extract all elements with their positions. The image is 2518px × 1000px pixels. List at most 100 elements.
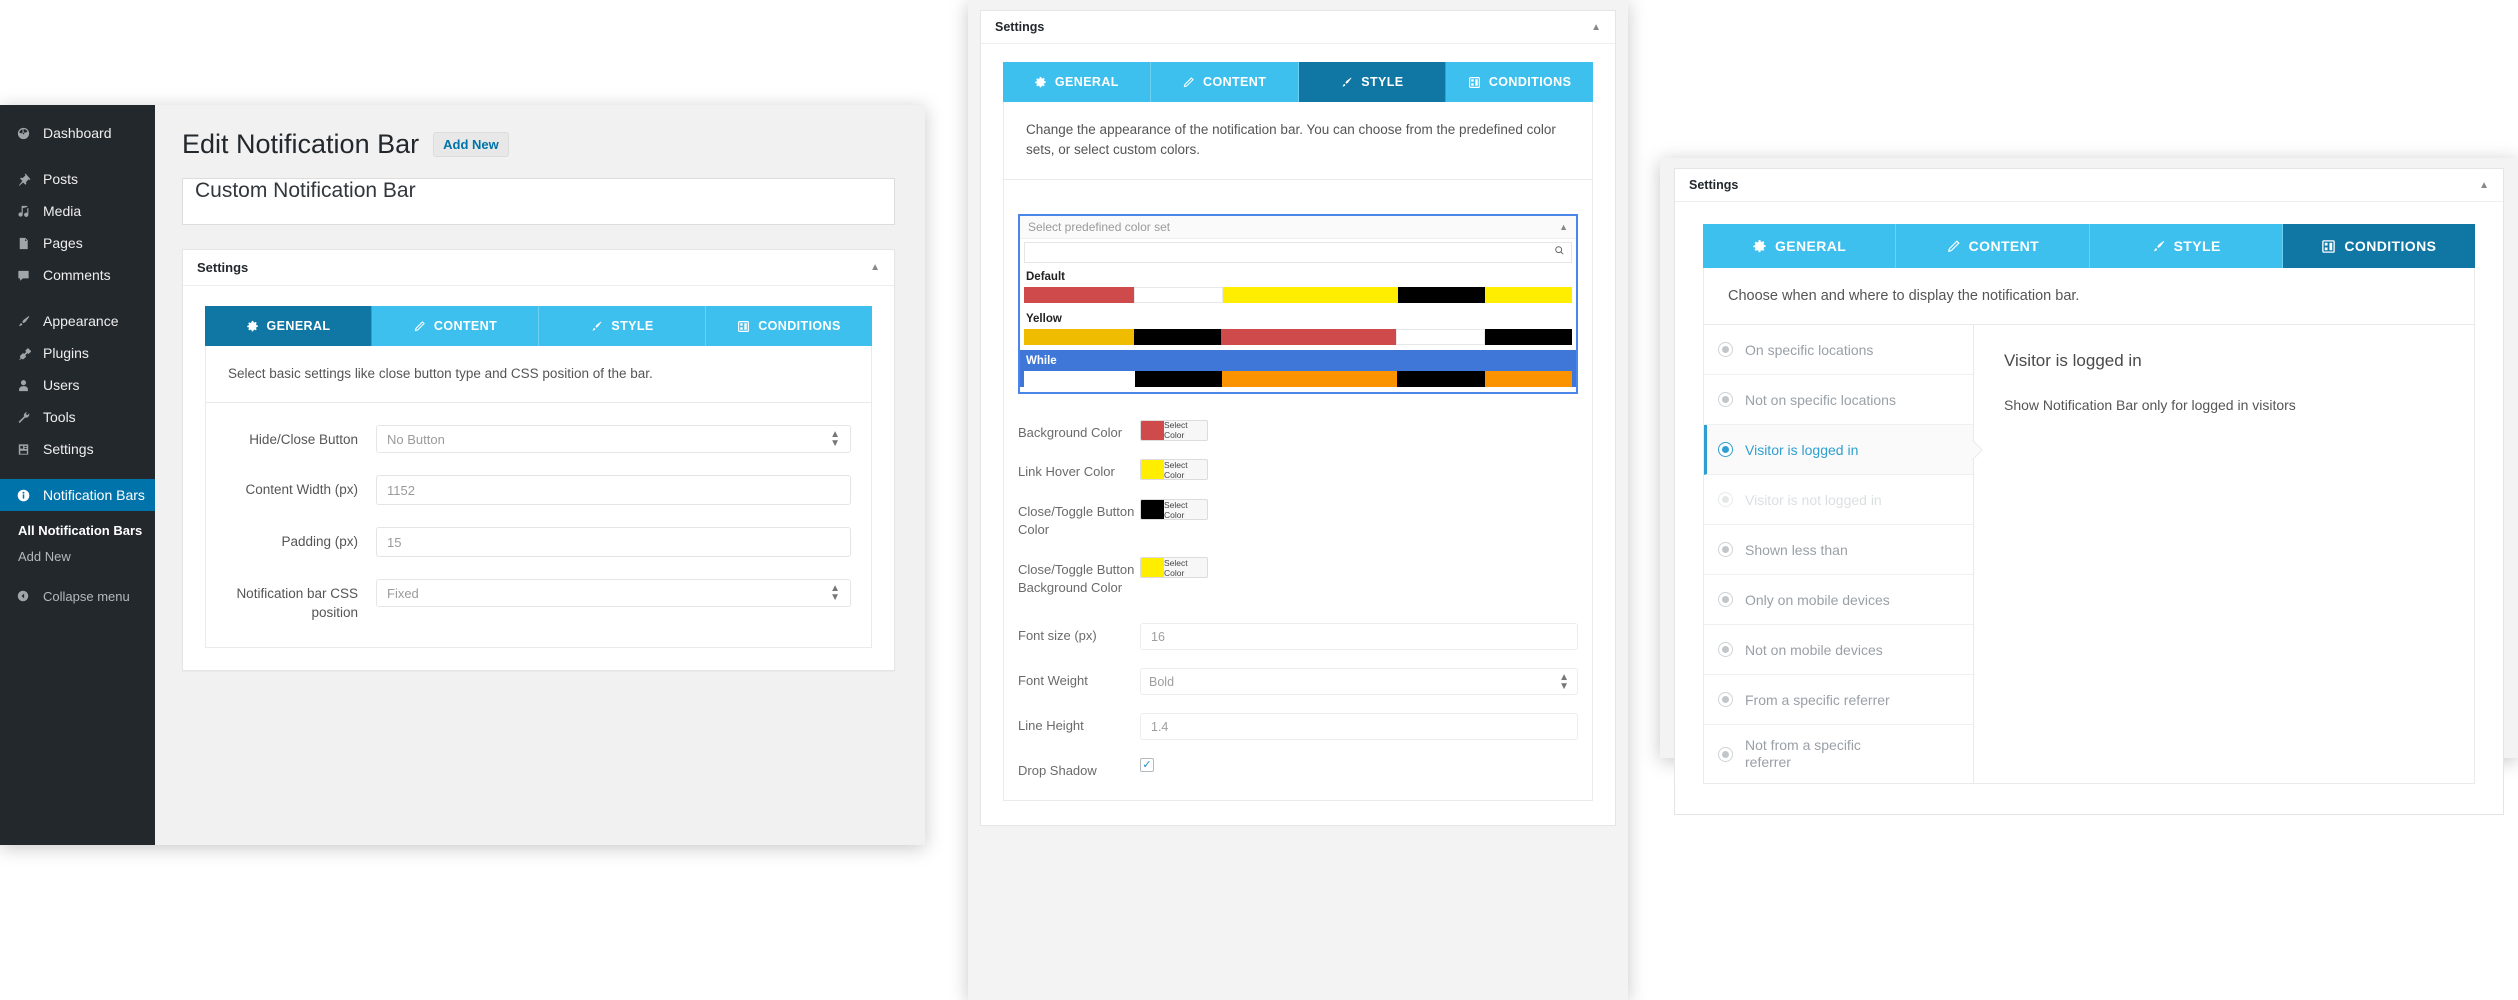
color-set-option-default[interactable]: Default	[1020, 266, 1576, 303]
select-color-label: Select Color	[1164, 499, 1188, 520]
color-set-box[interactable]: Select predefined color set ▲ Default Ye…	[1018, 213, 1578, 394]
sidebar-item-appearance[interactable]: Appearance	[0, 305, 155, 337]
chevron-up-icon[interactable]: ▲	[1591, 22, 1601, 33]
tab-content[interactable]: CONTENT	[372, 306, 539, 346]
condition-not-on-specific-locations[interactable]: Not on specific locations	[1704, 375, 1973, 425]
sidebar-subitem-add-new[interactable]: Add New	[0, 543, 155, 569]
tab-style[interactable]: STYLE	[1298, 62, 1447, 102]
tab-general[interactable]: GENERAL	[205, 306, 372, 346]
metabox-header[interactable]: Settings ▲	[183, 250, 894, 286]
option-label: Default	[1026, 270, 1065, 283]
condition-not-on-mobile-devices[interactable]: Not on mobile devices	[1704, 625, 1973, 675]
tab-conditions[interactable]: CONDITIONS	[706, 306, 872, 346]
condition-label: Not on mobile devices	[1745, 641, 1883, 658]
wordpress-admin-window: Dashboard Posts Media Pages Comments App…	[0, 105, 925, 845]
sidebar-item-media[interactable]: Media	[0, 195, 155, 227]
tab-general[interactable]: GENERAL	[1003, 62, 1151, 102]
sidebar-item-pages[interactable]: Pages	[0, 227, 155, 259]
color-set-header[interactable]: Select predefined color set ▲	[1020, 215, 1576, 239]
option-label: Yellow	[1026, 312, 1062, 325]
font-size-input[interactable]: 16	[1140, 623, 1578, 651]
tab-label: STYLE	[2173, 238, 2221, 254]
field-hide-close-button: Hide/Close Button No Button ▲ ▼	[226, 425, 851, 454]
close-toggle-button-color-picker[interactable]: Select Color	[1140, 499, 1208, 521]
sidebar-item-dashboard[interactable]: Dashboard	[0, 117, 155, 149]
settings-tabs: GENERAL CONTENT STYLE CONDITIONS	[205, 306, 872, 346]
sidebar-item-label: Posts	[43, 171, 79, 187]
link-hover-color-picker[interactable]: Select Color	[1140, 459, 1208, 481]
chevron-updown-icon: ▲ ▼	[1559, 671, 1569, 692]
conditions-tabs: GENERAL CONTENT STYLE CONDITIONS	[1703, 224, 2475, 268]
field-label: Close/Toggle Button Color	[1018, 504, 1135, 538]
tab-conditions[interactable]: CONDITIONS	[1446, 62, 1593, 102]
sidebar-item-label: Comments	[43, 267, 111, 283]
select-color-label: Select Color	[1164, 420, 1188, 440]
hide-close-button-select[interactable]: No Button ▲ ▼	[376, 425, 851, 454]
tab-conditions[interactable]: CONDITIONS	[2282, 224, 2475, 268]
radio-icon[interactable]	[1718, 642, 1733, 657]
condition-visitor-is-not-logged-in[interactable]: Visitor is not logged in	[1704, 475, 1973, 525]
sidebar-item-tools[interactable]: Tools	[0, 401, 155, 433]
style-tabs: GENERAL CONTENT STYLE CONDITIONS	[1003, 62, 1593, 102]
radio-icon[interactable]	[1718, 692, 1733, 707]
condition-visitor-is-logged-in[interactable]: Visitor is logged in	[1704, 425, 1973, 475]
condition-on-specific-locations[interactable]: On specific locations	[1704, 325, 1973, 375]
conditions-metabox-header[interactable]: Settings ▲	[1675, 169, 2503, 202]
radio-icon[interactable]	[1718, 492, 1733, 507]
checkmark-icon: ✓	[1142, 758, 1152, 771]
dashboard-icon	[12, 124, 34, 142]
radio-icon[interactable]	[1718, 442, 1733, 457]
chevron-up-icon[interactable]: ▲	[2479, 180, 2489, 191]
tab-content[interactable]: CONTENT	[1150, 62, 1299, 102]
radio-icon[interactable]	[1718, 746, 1733, 762]
add-new-button[interactable]: Add New	[433, 132, 509, 157]
sidebar-item-posts[interactable]: Posts	[0, 163, 155, 195]
collapse-arrow-icon	[12, 589, 34, 603]
collapse-menu-button[interactable]: Collapse menu	[0, 581, 155, 611]
drop-shadow-checkbox[interactable]: ✓	[1140, 758, 1154, 773]
color-set-search-input[interactable]	[1024, 241, 1572, 263]
color-set-option-while[interactable]: While	[1020, 349, 1576, 387]
radio-icon[interactable]	[1718, 542, 1733, 557]
background-color-picker[interactable]: Select Color	[1140, 419, 1208, 441]
condition-not-from-a-specific-referrer[interactable]: Not from a specific referrer	[1704, 725, 1973, 783]
css-position-select[interactable]: Fixed ▲ ▼	[376, 579, 851, 608]
notification-bar-title-input[interactable]: Custom Notification Bar	[182, 178, 895, 225]
radio-icon[interactable]	[1718, 592, 1733, 607]
tab-style[interactable]: STYLE	[2089, 224, 2283, 268]
condition-only-on-mobile-devices[interactable]: Only on mobile devices	[1704, 575, 1973, 625]
tab-style[interactable]: STYLE	[539, 306, 706, 346]
sidebar-item-users[interactable]: Users	[0, 369, 155, 401]
font-weight-select[interactable]: Bold ▲ ▼	[1140, 668, 1578, 696]
tab-description: Select basic settings like close button …	[205, 346, 872, 404]
chevron-up-icon[interactable]: ▲	[870, 262, 880, 273]
conditions-settings-window: Settings ▲ GENERAL CONTENT STYLE CONDITI…	[1660, 158, 2518, 815]
brush-icon	[1340, 76, 1353, 89]
content-width-input[interactable]: 1152	[376, 475, 851, 506]
plug-icon	[12, 344, 34, 362]
style-metabox-header[interactable]: Settings ▲	[981, 11, 1615, 44]
tab-content[interactable]: CONTENT	[1896, 224, 2090, 268]
sidebar-item-notification-bars[interactable]: Notification Bars	[0, 479, 155, 511]
close-toggle-bg-color-picker[interactable]: Select Color	[1140, 557, 1208, 579]
sidebar-item-comments[interactable]: Comments	[0, 259, 155, 291]
line-height-input[interactable]: 1.4	[1140, 713, 1578, 741]
tab-general[interactable]: GENERAL	[1703, 224, 1897, 268]
color-set-option-yellow[interactable]: Yellow	[1020, 308, 1576, 345]
brush-icon	[2151, 239, 2166, 254]
select-value: Bold	[1149, 674, 1175, 689]
chevron-up-icon[interactable]: ▲	[1559, 222, 1568, 232]
color-swatch	[1141, 460, 1164, 480]
metabox-title: Settings	[995, 20, 1045, 34]
condition-from-a-specific-referrer[interactable]: From a specific referrer	[1704, 675, 1973, 725]
condition-shown-less-than[interactable]: Shown less than	[1704, 525, 1973, 575]
sidebar-subitem-all-notification-bars[interactable]: All Notification Bars	[0, 517, 155, 543]
field-background-color: Background Color Select Color	[1018, 419, 1578, 442]
sidebar-item-settings[interactable]: Settings	[0, 433, 155, 465]
padding-input[interactable]: 15	[376, 527, 851, 558]
field-label: Drop Shadow	[1018, 763, 1097, 779]
radio-icon[interactable]	[1718, 342, 1733, 357]
sidebar-item-plugins[interactable]: Plugins	[0, 337, 155, 369]
conditions-description: Choose when and where to display the not…	[1703, 268, 2475, 325]
radio-icon[interactable]	[1718, 392, 1733, 407]
